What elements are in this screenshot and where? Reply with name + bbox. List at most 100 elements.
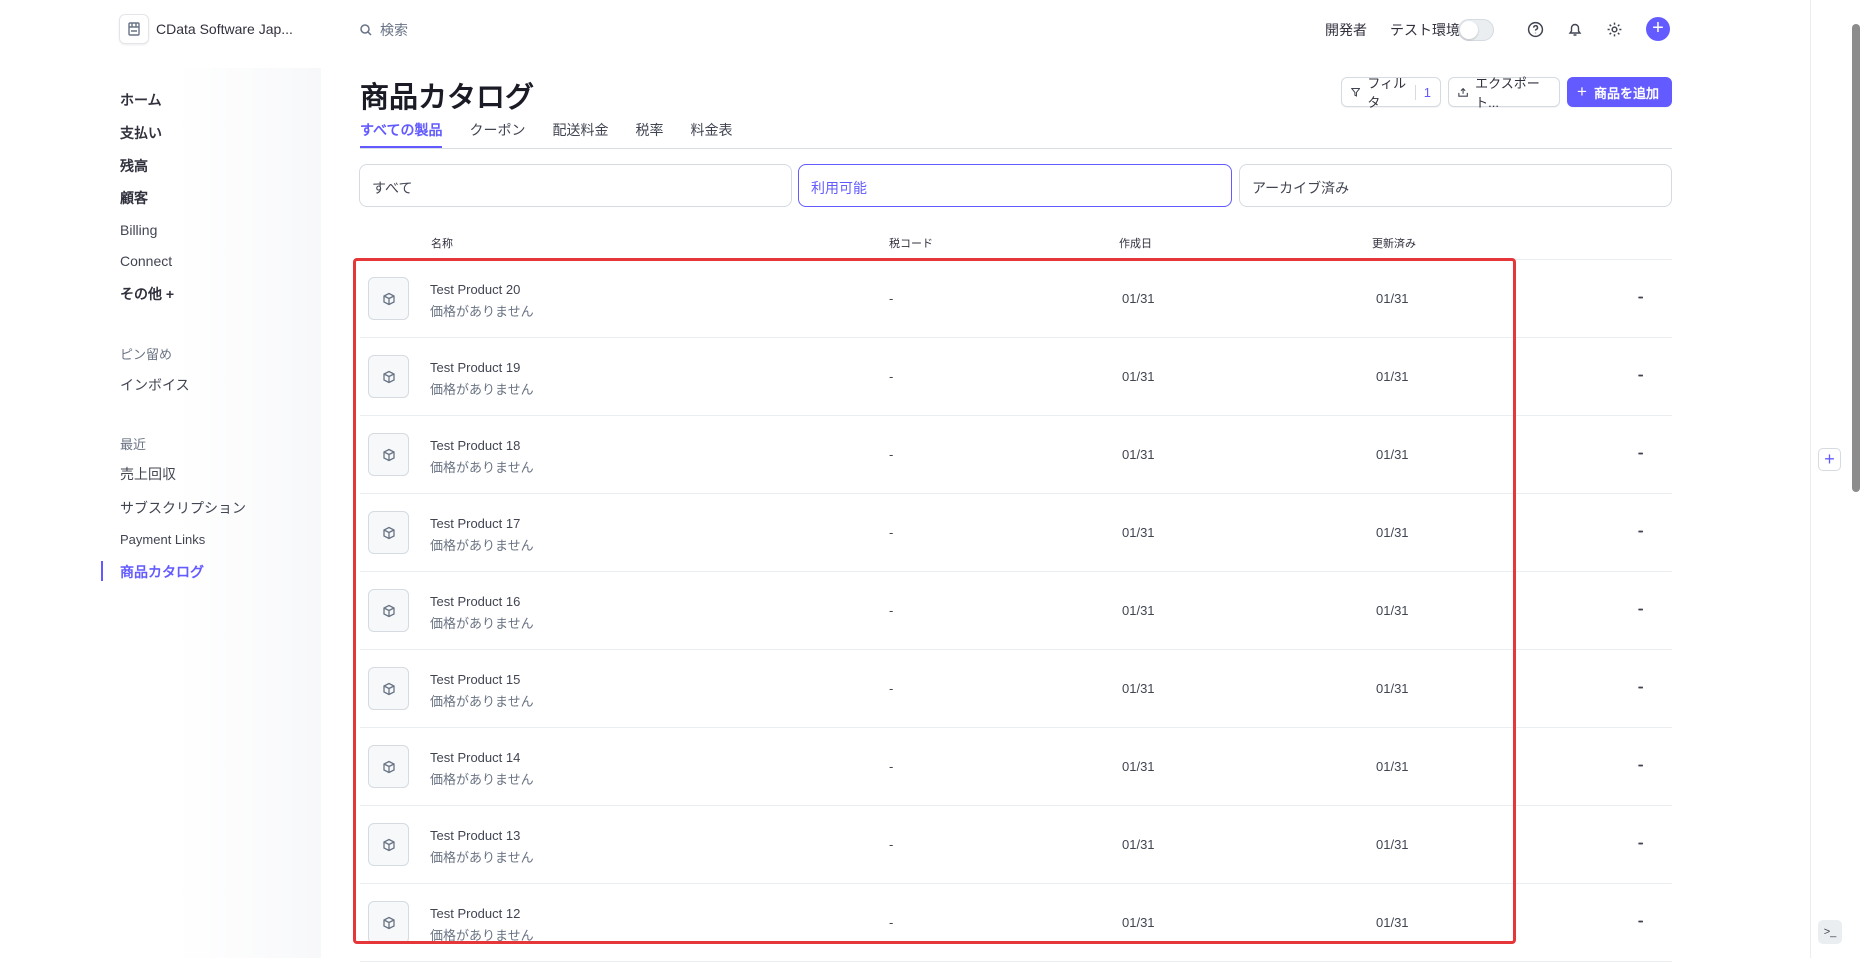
bell-icon[interactable] [1564,18,1586,40]
column-header-name[interactable]: 名称 [431,235,453,251]
tax-code: - [889,837,894,852]
sidebar-item-payment-links[interactable]: Payment Links [120,532,205,547]
tax-code: - [889,369,894,384]
sidebar-item-balances[interactable]: 残高 [120,156,148,176]
right-panel-add-button[interactable]: + [1818,448,1841,471]
product-name[interactable]: Test Product 14 [430,750,520,765]
sidebar-item-billing[interactable]: Billing [120,222,157,238]
table-row[interactable]: Test Product 14 価格がありません - 01/31 01/31 •… [360,728,1672,806]
product-name[interactable]: Test Product 15 [430,672,520,687]
account-name[interactable]: CData Software Jap... [156,21,293,37]
table-row[interactable]: Test Product 19 価格がありません - 01/31 01/31 •… [360,338,1672,416]
tax-code: - [889,915,894,930]
tab-all-products[interactable]: すべての製品 [360,120,443,148]
column-header-created[interactable]: 作成日 [1119,235,1152,251]
export-button[interactable]: エクスポート... [1448,76,1560,110]
tab-coupons[interactable]: クーポン [469,120,525,148]
search-placeholder: 検索 [380,22,408,38]
table-row[interactable]: Test Product 15 価格がありません - 01/31 01/31 •… [360,650,1672,728]
product-name[interactable]: Test Product 17 [430,516,520,531]
sidebar-item-home[interactable]: ホーム [120,90,162,110]
product-box-icon [368,823,409,866]
sidebar-item-subscriptions[interactable]: サブスクリプション [120,498,246,518]
test-env-toggle[interactable] [1458,19,1494,41]
product-price-status: 価格がありません [430,928,534,943]
tax-code: - [889,759,894,774]
column-header-updated[interactable]: 更新済み [1372,235,1416,251]
product-name[interactable]: Test Product 19 [430,360,520,375]
table-row[interactable]: Test Product 13 価格がありません - 01/31 01/31 •… [360,806,1672,884]
sidebar-item-product-catalog[interactable]: 商品カタログ [120,562,204,582]
segment-archived[interactable]: アーカイブ済み [1239,164,1672,207]
updated-date: 01/31 [1376,369,1409,384]
tab-shipping-rates[interactable]: 配送料金 [552,120,608,148]
product-name[interactable]: Test Product 20 [430,282,520,297]
sidebar-item-payments[interactable]: 支払い [120,123,162,143]
gear-icon[interactable] [1603,18,1625,40]
add-product-label: 商品を追加 [1593,85,1659,101]
page-title: 商品カタログ [360,82,535,114]
more-actions-icon[interactable]: ••• [1638,607,1643,614]
sidebar-item-revenue-recovery[interactable]: 売上回収 [120,464,176,484]
table-row[interactable]: Test Product 18 価格がありません - 01/31 01/31 •… [360,416,1672,494]
sidebar-item-customers[interactable]: 顧客 [120,188,148,208]
more-actions-icon[interactable]: ••• [1638,451,1643,458]
filter-button[interactable]: フィルタ 1 [1341,76,1441,110]
created-date: 01/31 [1122,603,1155,618]
product-box-icon [368,589,409,632]
product-box-icon [368,901,409,944]
recent-heading: 最近 [120,437,147,452]
tax-code: - [889,447,894,462]
more-actions-icon[interactable]: ••• [1638,529,1643,536]
more-actions-icon[interactable]: ••• [1638,295,1643,302]
filter-icon [1351,87,1361,97]
tax-code: - [889,681,894,696]
updated-date: 01/31 [1376,291,1409,306]
tab-tax-rates[interactable]: 税率 [635,120,663,148]
product-box-icon [368,355,409,398]
sidebar-item-connect[interactable]: Connect [120,253,172,269]
updated-date: 01/31 [1376,915,1409,930]
updated-date: 01/31 [1376,681,1409,696]
table-row[interactable]: Test Product 16 価格がありません - 01/31 01/31 •… [360,572,1672,650]
search-input[interactable]: 検索 [360,20,408,40]
developer-link[interactable]: 開発者 [1325,20,1367,40]
export-icon [1458,87,1468,97]
product-price-status: 価格がありません [430,616,534,631]
created-date: 01/31 [1122,681,1155,696]
sidebar-item-invoices[interactable]: インボイス [120,375,190,395]
product-name[interactable]: Test Product 16 [430,594,520,609]
product-name[interactable]: Test Product 13 [430,828,520,843]
tab-pricing-tables[interactable]: 料金表 [690,120,732,148]
terminal-icon[interactable]: >_ [1818,920,1842,944]
product-price-status: 価格がありません [430,382,534,397]
filter-count: 1 [1414,84,1431,100]
sidebar-item-more[interactable]: その他 + [120,284,174,304]
table-row[interactable]: Test Product 17 価格がありません - 01/31 01/31 •… [360,494,1672,572]
more-actions-icon[interactable]: ••• [1638,919,1643,926]
store-icon[interactable] [119,14,149,44]
more-actions-icon[interactable]: ••• [1638,841,1643,848]
product-price-status: 価格がありません [430,538,534,553]
column-header-tax-code[interactable]: 税コード [889,235,933,251]
tax-code: - [889,603,894,618]
table-row[interactable]: Test Product 20 価格がありません - 01/31 01/31 •… [360,260,1672,338]
segment-all[interactable]: すべて [359,164,792,207]
help-icon[interactable] [1524,18,1546,40]
created-date: 01/31 [1122,369,1155,384]
created-date: 01/31 [1122,759,1155,774]
more-actions-icon[interactable]: ••• [1638,763,1643,770]
product-name[interactable]: Test Product 12 [430,906,520,921]
product-price-status: 価格がありません [430,772,534,787]
product-name[interactable]: Test Product 18 [430,438,520,453]
add-product-button[interactable]: + 商品を追加 [1567,77,1672,107]
create-plus-button[interactable]: + [1646,17,1670,41]
updated-date: 01/31 [1376,525,1409,540]
more-actions-icon[interactable]: ••• [1638,685,1643,692]
segment-available[interactable]: 利用可能 [798,164,1232,207]
scrollbar[interactable] [1852,24,1860,492]
updated-date: 01/31 [1376,447,1409,462]
product-box-icon [368,433,409,476]
more-actions-icon[interactable]: ••• [1638,373,1643,380]
table-row[interactable]: Test Product 12 価格がありません - 01/31 01/31 •… [360,884,1672,962]
